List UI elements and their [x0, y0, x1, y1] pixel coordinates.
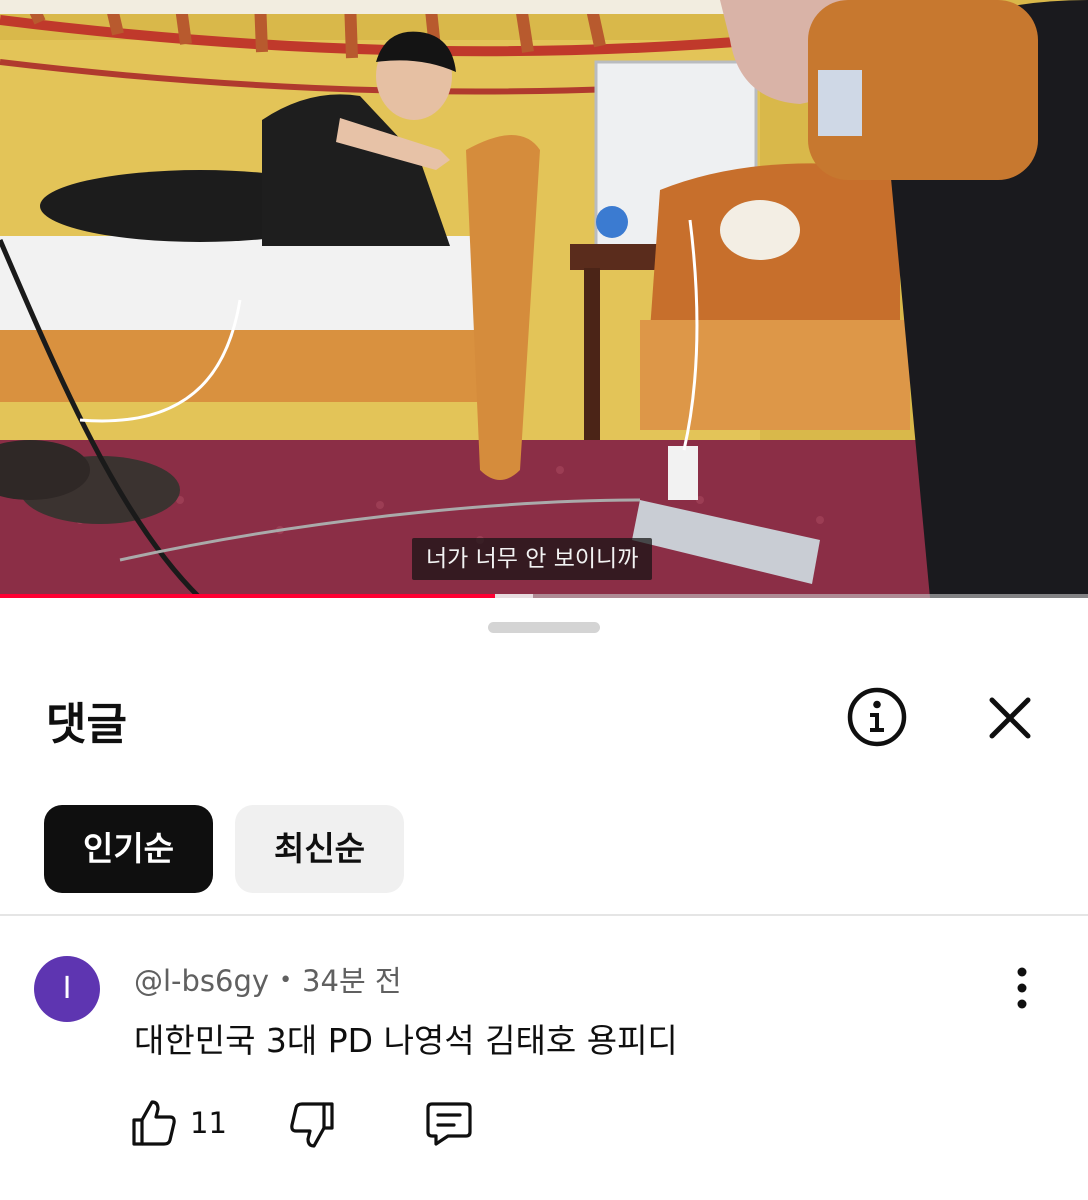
sort-chip-newest[interactable]: 최신순 — [235, 805, 404, 893]
dislike-button[interactable] — [286, 1100, 336, 1150]
close-button[interactable] — [984, 692, 1036, 744]
info-icon — [847, 687, 907, 747]
comment-meta: @l-bs6gy • 34분 전 — [134, 958, 402, 1000]
avatar[interactable]: I — [34, 956, 100, 1022]
thumbs-down-icon — [290, 1102, 334, 1148]
progress-played — [0, 594, 496, 598]
video-frame — [0, 0, 1088, 598]
thumbs-up-icon — [132, 1100, 176, 1146]
like-button[interactable] — [130, 1098, 178, 1148]
drag-handle[interactable] — [488, 622, 600, 633]
more-vertical-icon — [1017, 967, 1027, 1009]
comment-time: 34분 전 — [302, 964, 402, 998]
close-icon — [989, 697, 1031, 739]
separator-dot: • — [279, 968, 293, 993]
info-button[interactable] — [846, 686, 908, 748]
video-subtitle: 너가 너무 안 보이니까 — [412, 538, 653, 580]
comment-author[interactable]: @l-bs6gy — [134, 964, 269, 998]
comments-title: 댓글 — [46, 699, 127, 750]
video-progress-bar[interactable] — [0, 594, 1088, 598]
reply-comment-icon — [426, 1102, 472, 1146]
reply-button[interactable] — [424, 1100, 474, 1148]
divider — [0, 914, 1088, 916]
like-count: 11 — [190, 1106, 227, 1140]
sort-chip-top[interactable]: 인기순 — [44, 805, 213, 893]
video-player[interactable]: 너가 너무 안 보이니까 — [0, 0, 1088, 598]
comments-sheet: 댓글 인기순 최신순 I @l-bs6gy • 34분 전 대한민국 3대 PD 나… — [0, 600, 1088, 1200]
comment-text: 대한민국 3대 PD 나영석 김태호 용피디 — [134, 1021, 678, 1060]
comment-more-button[interactable] — [1004, 966, 1040, 1010]
